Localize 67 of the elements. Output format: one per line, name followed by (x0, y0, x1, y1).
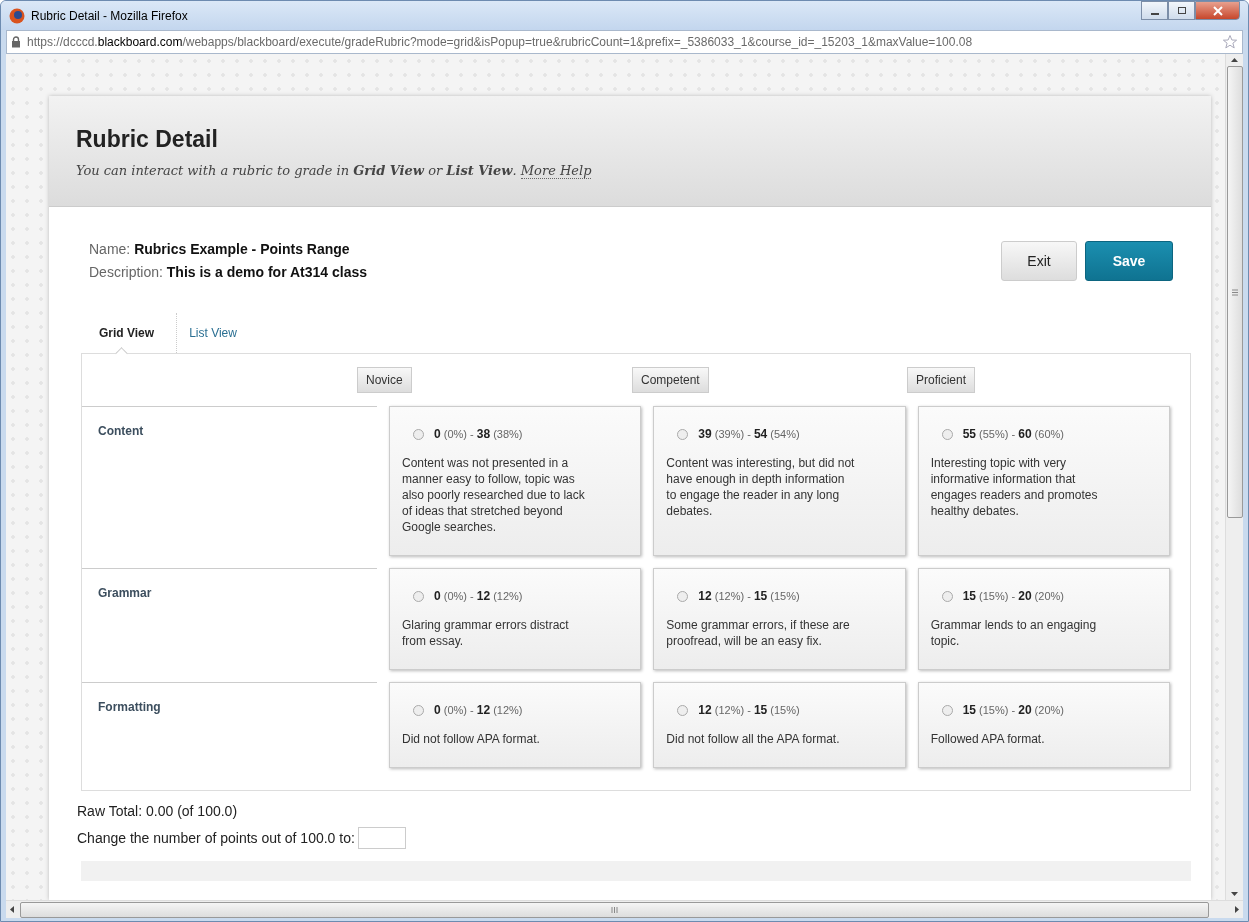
minimize-icon (1150, 12, 1159, 15)
criterion-name: Content (98, 424, 144, 438)
rubric-cell[interactable]: 55 (55%) - 60 (60%) Interesting topic with very informative information that engages readers and promotes healthy debates. (917, 406, 1170, 556)
save-button[interactable]: Save (1085, 241, 1173, 281)
field-label: Name: (89, 241, 131, 257)
cell-description: Content was not presented in a manner easy to follow, topic was also poorly researched due to lack of ideas that stretched beyond Google searches. (402, 455, 586, 535)
rubric-cell[interactable]: 15 (15%) - 20 (20%) Grammar lends to an engaging topic. (917, 568, 1170, 670)
points-range: 39 (39%) - 54 (54%) (698, 427, 800, 441)
intro-text: You can interact with a rubric to grade in Grid View or List View. (76, 163, 517, 178)
rubric-cell[interactable]: 12 (12%) - 15 (15%) Some grammar errors, if these are proofread, will be an easy fix. (653, 568, 906, 670)
points-range: 12 (12%) - 15 (15%) (698, 703, 800, 717)
radio-button[interactable] (413, 428, 424, 440)
points-input[interactable] (357, 827, 406, 849)
scrollbar-thumb[interactable] (20, 901, 1209, 918)
rubric-name: Rubrics Example - Points Range (134, 241, 350, 257)
browser-logo-icon (9, 7, 25, 24)
points-range: 12 (12%) - 15 (15%) (698, 589, 800, 603)
rubric-cell[interactable]: 0 (0%) - 38 (38%) Content was not presented in a manner easy to follow, topic was also poorly researched due to lack of ideas that stretched beyond Google searches. (389, 406, 642, 556)
rubric-cell[interactable]: 0 (0%) - 12 (12%) Glaring grammar errors distract from essay. (389, 568, 642, 670)
raw-total: Raw Total: 0.00 (of 100.0) (77, 803, 239, 819)
window-title: Rubric Detail - Mozilla Firefox (31, 8, 188, 23)
maximize-icon (1176, 5, 1187, 16)
maximize-button[interactable] (1168, 1, 1195, 20)
radio-button[interactable] (941, 704, 953, 716)
help-link[interactable]: More Help (520, 163, 592, 179)
criterion-name: Formatting (98, 700, 161, 714)
scrollbar-thumb[interactable] (1226, 66, 1243, 518)
cell-description: Content was interesting, but did not have enough in depth information to engage the reader in any long debates. (666, 455, 856, 519)
criterion-name: Grammar (98, 586, 152, 600)
points-range: 0 (0%) - 12 (12%) (434, 703, 523, 717)
level-header: Competent (632, 367, 709, 393)
rubric-cell[interactable]: 12 (12%) - 15 (15%) Did not follow all the APA format. (653, 682, 906, 768)
exit-button[interactable]: Exit (1001, 241, 1077, 281)
radio-button[interactable] (677, 704, 689, 716)
view-tab[interactable]: List View (177, 313, 259, 353)
change-points-label: Change the number of points out of 100.0 to: (77, 830, 355, 846)
star-icon[interactable] (1222, 34, 1238, 50)
cell-description: Did not follow APA format. (402, 731, 541, 747)
minimize-button[interactable] (1141, 1, 1168, 20)
radio-button[interactable] (413, 590, 424, 602)
points-range: 15 (15%) - 20 (20%) (962, 703, 1064, 717)
cell-description: Glaring grammar errors distract from essay. (402, 617, 570, 649)
points-range: 15 (15%) - 20 (20%) (962, 589, 1064, 603)
page-title: Rubric Detail (76, 126, 219, 153)
radio-button[interactable] (677, 590, 689, 602)
field-label: Description: (89, 264, 163, 280)
cell-description: Grammar lends to an engaging topic. (930, 617, 1098, 649)
level-header: Novice (357, 367, 412, 393)
lock-icon (11, 36, 21, 48)
close-icon (1211, 5, 1224, 16)
radio-button[interactable] (413, 704, 424, 716)
points-range: 0 (0%) - 12 (12%) (434, 589, 523, 603)
points-range: 55 (55%) - 60 (60%) (962, 427, 1064, 441)
close-button[interactable] (1195, 1, 1240, 20)
rubric-cell[interactable]: 15 (15%) - 20 (20%) Followed APA format. (917, 682, 1170, 768)
rubric-cell[interactable]: 0 (0%) - 12 (12%) Did not follow APA format. (389, 682, 642, 768)
cell-description: Followed APA format. (930, 731, 1046, 747)
cell-description: Did not follow all the APA format. (666, 731, 841, 747)
radio-button[interactable] (677, 428, 689, 440)
cell-description: Some grammar errors, if these are proofread, will be an easy fix. (666, 617, 851, 649)
radio-button[interactable] (941, 428, 953, 440)
rubric-cell[interactable]: 39 (39%) - 54 (54%) Content was interesting, but did not have enough in depth information to engage the reader in any long debates. (653, 406, 906, 556)
level-header: Proficient (907, 367, 976, 393)
rubric-description: This is a demo for At314 class (166, 264, 368, 280)
cell-description: Interesting topic with very informative information that engages readers and promotes healthy debates. (930, 455, 1099, 519)
points-range: 0 (0%) - 38 (38%) (434, 427, 523, 441)
radio-button[interactable] (941, 590, 953, 602)
